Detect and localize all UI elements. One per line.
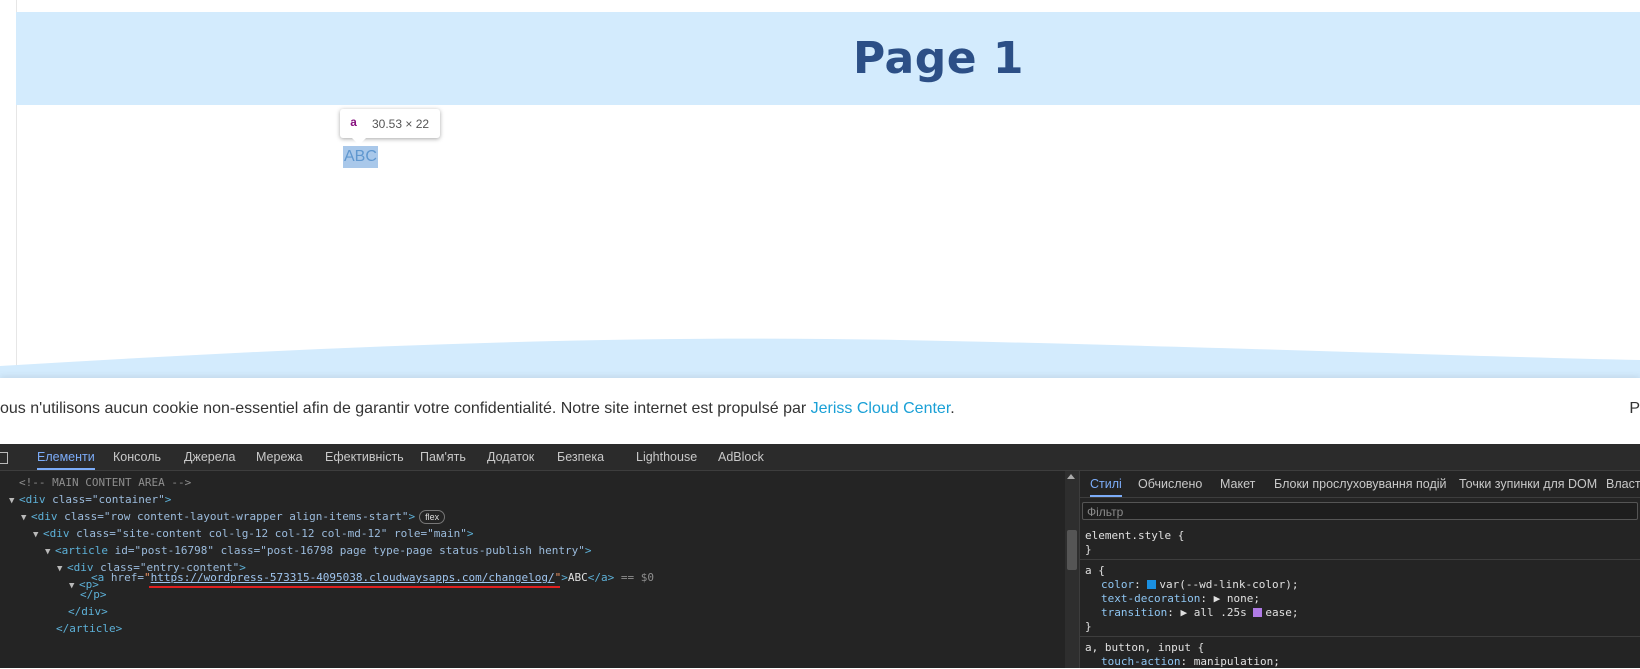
scroll-up-arrow-icon[interactable] xyxy=(1067,474,1075,479)
text-decoration-declaration[interactable]: text-decoration: ▶ none; xyxy=(1101,592,1260,606)
red-underline-annotation xyxy=(149,586,560,588)
expand-triangle-icon[interactable]: ▼ xyxy=(69,578,79,595)
cookie-text: ous n'utilisons aucun cookie non-essenti… xyxy=(0,400,811,417)
css-prop: color xyxy=(1101,578,1135,591)
css-value: manipulation; xyxy=(1193,655,1280,668)
close-tag: </div> xyxy=(68,605,108,618)
dom-node-row[interactable]: ▼ <div class="row content-layout-wrapper … xyxy=(21,508,446,527)
dom-close-article[interactable]: </article> xyxy=(56,620,122,637)
scroll-thumb[interactable] xyxy=(1067,530,1077,570)
dom-node-article[interactable]: ▼ <article id="post-16798" class="post-16… xyxy=(45,542,591,559)
touch-action-declaration[interactable]: touch-action: manipulation; xyxy=(1101,655,1280,669)
tab-lighthouse[interactable]: Lighthouse xyxy=(636,444,697,470)
styles-pane: Стилі Обчислено Макет Блоки прослуховува… xyxy=(1079,471,1640,668)
styles-tabbar: Стилі Обчислено Макет Блоки прослуховува… xyxy=(1080,471,1640,498)
css-value: var(--wd-link-color); xyxy=(1159,578,1299,591)
dom-node-comment[interactable]: <!-- MAIN CONTENT AREA --> xyxy=(19,474,191,491)
tab-application[interactable]: Додаток xyxy=(487,444,534,470)
tag-attrs: class="site-content col-lg-12 col-12 col… xyxy=(76,527,467,540)
anchor-text: ABC xyxy=(567,571,588,584)
href-link[interactable]: https://wordpress-573315-4095038.cloudwa… xyxy=(151,571,555,584)
cookie-bar: ous n'utilisons aucun cookie non-essenti… xyxy=(0,378,1640,444)
inspect-tooltip: a 30.53 × 22 xyxy=(340,109,440,138)
easing-editor-icon[interactable] xyxy=(1253,608,1263,617)
tab-dom-breakpoints[interactable]: Точки зупинки для DOM xyxy=(1459,471,1597,497)
page-title: Page 1 xyxy=(852,33,1025,84)
expand-triangle-icon[interactable]: ▶ xyxy=(1214,592,1221,605)
css-value: all .25s xyxy=(1193,606,1247,619)
expand-triangle-icon[interactable]: ▼ xyxy=(21,510,31,527)
color-declaration[interactable]: color: var(--wd-link-color); xyxy=(1101,578,1298,592)
tooltip-arrow xyxy=(352,138,366,145)
cookie-message: ous n'utilisons aucun cookie non-essenti… xyxy=(0,400,955,418)
tag-name: div xyxy=(25,493,46,506)
cookie-suffix: . xyxy=(950,400,955,417)
tab-sources[interactable]: Джерела xyxy=(184,444,236,470)
tag-attrs: id="post-16798" class="post-16798 page t… xyxy=(114,544,585,557)
devtools-tabbar: Елементи Консоль Джерела Мережа Ефективн… xyxy=(0,444,1640,471)
comment-text: <!-- MAIN CONTENT AREA --> xyxy=(19,476,192,489)
dollar-zero-marker: == $0 xyxy=(620,571,654,584)
expand-triangle-icon[interactable]: ▼ xyxy=(45,544,55,561)
tab-styles[interactable]: Стилі xyxy=(1090,471,1122,497)
tab-network[interactable]: Мережа xyxy=(256,444,303,470)
styles-filter-input[interactable]: Фільтр xyxy=(1082,502,1638,520)
dom-close-div[interactable]: </div> xyxy=(68,603,108,620)
tab-performance[interactable]: Ефективність xyxy=(325,444,404,470)
rule-close: } xyxy=(1085,543,1092,556)
tab-console[interactable]: Консоль xyxy=(113,444,161,470)
tab-memory[interactable]: Пам'ять xyxy=(420,444,466,470)
tab-event-listeners[interactable]: Блоки прослуховування подій xyxy=(1274,471,1447,497)
rule-divider xyxy=(1080,636,1640,637)
tooltip-size: 30.53 × 22 xyxy=(372,117,430,131)
expand-triangle-icon[interactable]: ▼ xyxy=(57,561,67,578)
abc-link[interactable]: ABC xyxy=(343,146,378,168)
tab-layout[interactable]: Макет xyxy=(1220,471,1255,497)
tooltip-tag: a xyxy=(350,116,358,130)
page-viewport: Page 1 a 30.53 × 22 ABC ous n'utilisons … xyxy=(0,0,1640,444)
tab-computed[interactable]: Обчислено xyxy=(1138,471,1202,497)
tag-name: article xyxy=(61,544,108,557)
dom-node-site-content[interactable]: ▼ <div class="site-content col-lg-12 col-… xyxy=(33,525,473,542)
dom-node-anchor[interactable]: <a href="https://wordpress-573315-409503… xyxy=(91,569,654,586)
tag-attrs: class="row content-layout-wrapper align-… xyxy=(64,510,409,523)
tab-adblock[interactable]: AdBlock xyxy=(718,444,764,470)
a-button-input-selector[interactable]: a, button, input { xyxy=(1085,641,1204,655)
close-tag: </article> xyxy=(56,622,123,635)
a-selector[interactable]: a { xyxy=(1085,564,1105,578)
expand-triangle-icon[interactable]: ▶ xyxy=(1180,606,1187,619)
tag-attrs: class="container" xyxy=(52,493,165,506)
expand-triangle-icon[interactable]: ▼ xyxy=(9,493,19,510)
tab-elements[interactable]: Елементи xyxy=(37,444,95,470)
tag-name: div xyxy=(37,510,58,523)
dom-close-p[interactable]: </p> xyxy=(80,586,107,603)
element-style-selector[interactable]: element.style { xyxy=(1085,529,1184,543)
tab-properties[interactable]: Власт xyxy=(1606,471,1640,497)
rule-divider xyxy=(1080,559,1640,560)
tab-security[interactable]: Безпека xyxy=(557,444,604,470)
css-value: none; xyxy=(1226,592,1260,605)
color-swatch-icon[interactable] xyxy=(1147,580,1157,589)
cookie-accept-button[interactable]: P xyxy=(1629,400,1640,418)
rule-close: } xyxy=(1085,620,1092,633)
tag-name: div xyxy=(49,527,70,540)
flex-badge[interactable]: flex xyxy=(419,510,446,524)
css-prop: text-decoration xyxy=(1101,592,1201,605)
close-tag: </p> xyxy=(80,588,107,601)
css-value-ease: ease; xyxy=(1265,606,1299,619)
css-prop: touch-action xyxy=(1101,655,1181,668)
transition-declaration[interactable]: transition: ▶ all .25s ease; xyxy=(1101,606,1298,620)
expand-triangle-icon[interactable]: ▼ xyxy=(33,527,43,544)
dom-node-container[interactable]: ▼ <div class="container"> xyxy=(9,491,171,508)
device-toggle-icon[interactable] xyxy=(0,452,8,464)
cookie-link[interactable]: Jeriss Cloud Center xyxy=(811,400,951,417)
css-prop: transition xyxy=(1101,606,1168,619)
